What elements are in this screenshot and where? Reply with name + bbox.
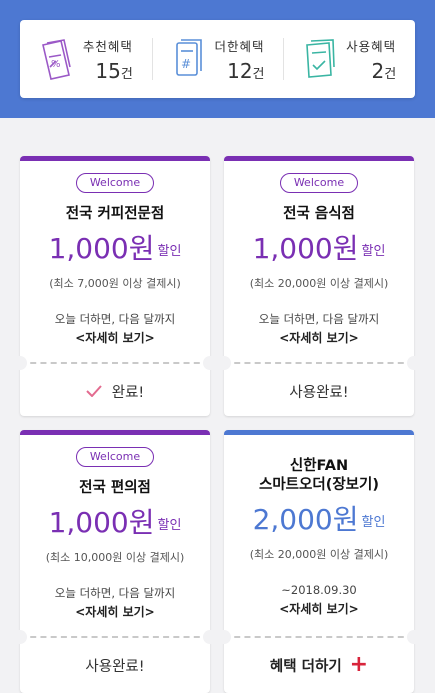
summary-used[interactable]: 사용혜택 2건 (283, 20, 415, 98)
discount-amount: 2,000원 할인 (252, 503, 386, 536)
store-name: 전국 커피전문점 (65, 206, 165, 222)
coupon-card[interactable]: 신한FAN 스마트오더(장보기) 2,000원 할인 (최소 20,000원 이상… (217, 430, 421, 693)
check-icon (86, 385, 102, 397)
footer-label: 혜택 더하기 (269, 658, 342, 675)
hash-ticket-icon: # (175, 39, 202, 76)
store-name-line2: 스마트오더(장보기) (259, 477, 379, 493)
coupon-card[interactable]: Welcome 전국 음식점 1,000원 할인 (최소 20,000원 이상 결… (217, 156, 421, 416)
perforation (20, 362, 210, 364)
summary-count: 2건 (371, 58, 397, 83)
summary-label: 사용혜택 (346, 38, 397, 54)
welcome-badge: Welcome (280, 173, 358, 193)
minimum-condition: (최소 7,000원 이상 결제시) (49, 277, 181, 290)
coupon-card[interactable]: Welcome 전국 커피전문점 1,000원 할인 (최소 7,000원 이상 … (13, 156, 217, 416)
store-name: 전국 음식점 (283, 206, 355, 222)
validity-date: ~2018.09.30 (281, 583, 357, 597)
summary-added[interactable]: # 더한혜택 12건 (151, 20, 284, 98)
validity-notice: 오늘 더하면, 다음 달까지 (54, 586, 176, 600)
footer-label: 완료! (111, 384, 145, 401)
store-name-line1: 신한FAN (289, 458, 349, 474)
percent-ticket-icon: % (41, 39, 71, 80)
summary-recommended[interactable]: % 추천혜택 15건 (20, 20, 152, 98)
validity-notice: 오늘 더하면, 다음 달까지 (54, 312, 176, 326)
card-top-bar (224, 430, 414, 435)
summary-label: 더한혜택 (214, 38, 265, 54)
detail-link[interactable]: <자세히 보기> (20, 329, 210, 347)
detail-link[interactable]: <자세히 보기> (224, 600, 414, 618)
detail-link[interactable]: <자세히 보기> (224, 329, 414, 347)
minimum-condition: (최소 20,000원 이상 결제시) (249, 548, 389, 561)
plus-icon: + (349, 652, 369, 677)
welcome-badge: Welcome (76, 447, 154, 467)
card-footer-used: 사용완료! (20, 640, 210, 690)
discount-amount: 1,000원 할인 (48, 506, 182, 539)
detail-link[interactable]: <자세히 보기> (20, 603, 210, 621)
footer-label: 사용완료! (85, 658, 145, 675)
minimum-condition: (최소 10,000원 이상 결제시) (45, 551, 185, 564)
discount-amount: 1,000원 할인 (252, 232, 386, 265)
perforation (224, 636, 414, 638)
benefit-summary: % 추천혜택 15건 # 더한혜택 12건 사용혜택 2건 (20, 20, 415, 98)
coupon-card[interactable]: Welcome 전국 편의점 1,000원 할인 (최소 10,000원 이상 결… (13, 430, 217, 693)
validity-notice: 오늘 더하면, 다음 달까지 (258, 312, 380, 326)
add-benefit-button[interactable]: 혜택 더하기 + (224, 640, 414, 690)
check-ticket-icon (306, 39, 335, 78)
welcome-badge: Welcome (76, 173, 154, 193)
store-name: 전국 편의점 (79, 480, 151, 496)
svg-text:%: % (51, 59, 61, 70)
summary-label: 추천혜택 (82, 38, 133, 54)
footer-label: 사용완료! (289, 384, 349, 401)
summary-count: 12건 (227, 58, 265, 83)
minimum-condition: (최소 20,000원 이상 결제시) (249, 277, 389, 290)
card-footer-done[interactable]: 완료! (20, 366, 210, 416)
discount-amount: 1,000원 할인 (48, 232, 182, 265)
perforation (224, 362, 414, 364)
svg-text:#: # (181, 57, 191, 71)
card-footer-used: 사용완료! (224, 366, 414, 416)
summary-count: 15건 (95, 58, 133, 83)
perforation (20, 636, 210, 638)
